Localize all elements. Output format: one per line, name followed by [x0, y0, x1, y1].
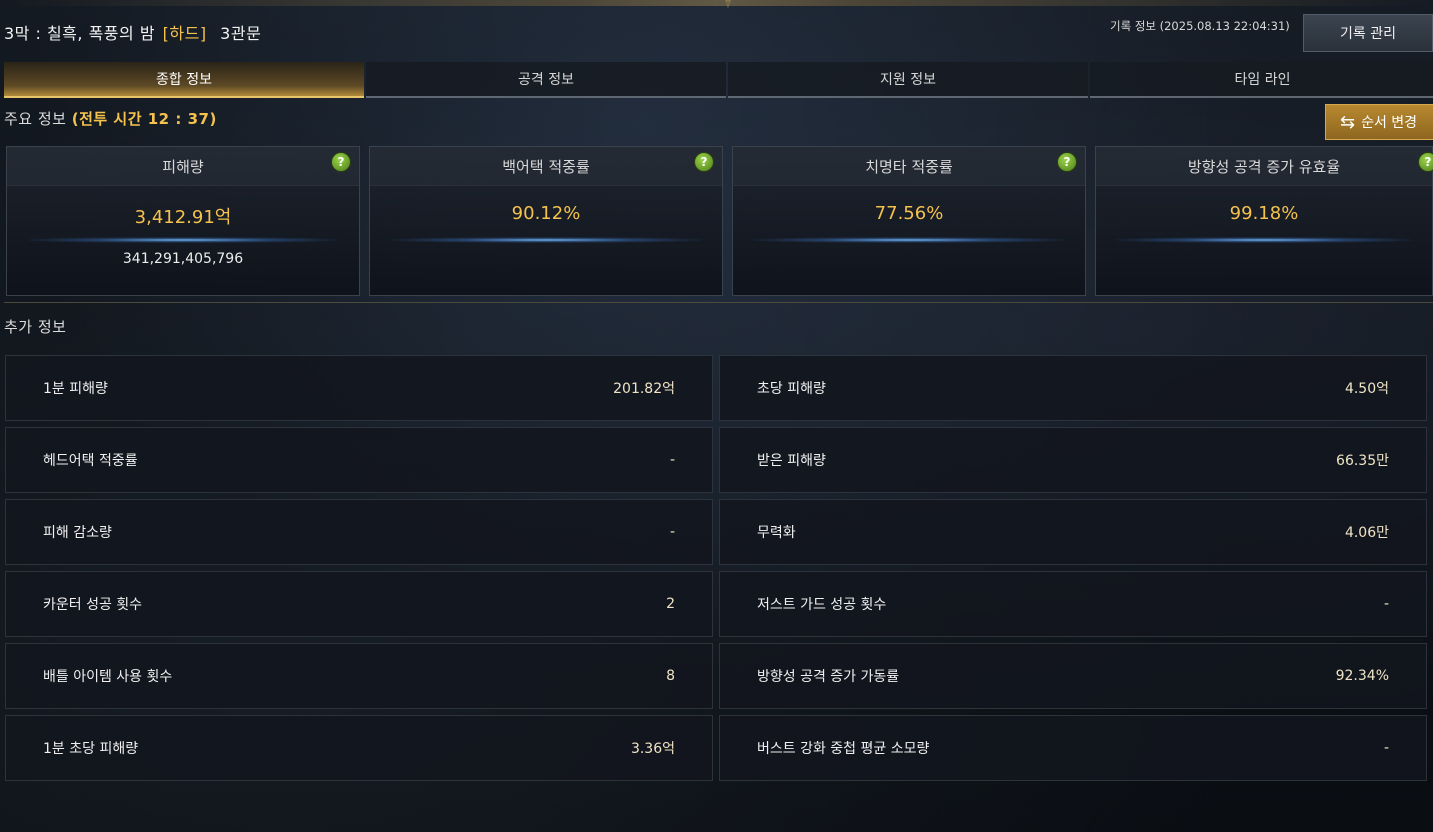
extra-info-row: 1분 초당 피해량 3.36억 — [5, 715, 713, 781]
stat-card-value: 90.12% — [511, 203, 581, 224]
row-value: 3.36억 — [630, 741, 675, 757]
difficulty-label: [하드] — [162, 24, 207, 43]
record-manage-button[interactable]: 기록 관리 — [1303, 14, 1433, 52]
tab-summary[interactable]: 종합 정보 — [4, 62, 364, 98]
row-label: 버스트 강화 중첩 평균 소모량 — [757, 741, 930, 757]
tab-timeline[interactable]: 타임 라인 — [1090, 62, 1433, 98]
page-title: 3막 : 칠흑, 폭풍의 밤 [하드] 3관문 — [4, 20, 261, 44]
row-label: 1분 피해량 — [43, 381, 108, 397]
main-info-label: 주요 정보 — [4, 110, 67, 128]
divider — [4, 302, 1433, 303]
row-value: 8 — [666, 668, 675, 684]
stat-card-title: 치명타 적중률 — [733, 147, 1085, 186]
help-icon[interactable]: ? — [331, 152, 351, 172]
stat-card-value: 3,412.91억 — [134, 207, 232, 228]
tab-attack[interactable]: 공격 정보 — [366, 62, 726, 98]
extra-info-row: 무력화 4.06만 — [719, 499, 1427, 565]
row-label: 헤드어택 적중률 — [43, 453, 138, 469]
row-label: 저스트 가드 성공 횟수 — [757, 597, 887, 613]
help-icon[interactable]: ? — [1057, 152, 1077, 172]
extra-info-row: 배틀 아이템 사용 횟수 8 — [5, 643, 713, 709]
top-ornament — [0, 0, 1433, 8]
row-value: - — [1383, 740, 1389, 756]
gate-label: 3관문 — [220, 24, 262, 43]
stat-card-value: 77.56% — [874, 203, 944, 224]
row-label: 방향성 공격 증가 가동률 — [757, 669, 900, 685]
extra-info-row: 카운터 성공 횟수 2 — [5, 571, 713, 637]
glow-line — [390, 237, 702, 243]
reorder-label: 순서 변경 — [1361, 115, 1418, 131]
extra-info-row: 1분 피해량 201.82억 — [5, 355, 713, 421]
glow-line — [1116, 237, 1412, 243]
battle-time: (전투 시간 12 : 37) — [71, 110, 217, 128]
stat-card-value: 99.18% — [1229, 203, 1299, 224]
extra-info-row: 피해 감소량 - — [5, 499, 713, 565]
stat-card-back-attack: 백어택 적중률 ? 90.12% — [369, 146, 723, 296]
row-label: 받은 피해량 — [757, 453, 826, 469]
stat-card-title: 피해량 — [7, 147, 359, 186]
row-label: 피해 감소량 — [43, 525, 112, 541]
row-label: 1분 초당 피해량 — [43, 741, 139, 757]
extra-info-row: 받은 피해량 66.35만 — [719, 427, 1427, 493]
stat-card-crit: 치명타 적중률 ? 77.56% — [732, 146, 1086, 296]
row-value: 201.82억 — [613, 381, 675, 397]
extra-info-row: 초당 피해량 4.50억 — [719, 355, 1427, 421]
row-value: 66.35만 — [1336, 453, 1389, 469]
row-value: 92.34% — [1335, 668, 1389, 684]
reorder-button[interactable]: ⇆ 순서 변경 — [1325, 104, 1433, 140]
stat-card-title: 백어택 적중률 — [370, 147, 722, 186]
row-value: - — [669, 524, 675, 540]
extra-info-row: 방향성 공격 증가 가동률 92.34% — [719, 643, 1427, 709]
stat-card-directional: 방향성 공격 증가 유효율 ? 99.18% — [1095, 146, 1433, 296]
row-value: 4.50억 — [1344, 381, 1389, 397]
row-value: 2 — [666, 596, 675, 612]
stat-card-damage: 피해량 ? 3,412.91억 341,291,405,796 — [6, 146, 360, 296]
row-value: - — [669, 452, 675, 468]
record-timestamp: 기록 정보 (2025.08.13 22:04:31) — [1110, 19, 1290, 33]
main-info-heading: 주요 정보 (전투 시간 12 : 37) — [4, 108, 217, 129]
extra-info-row: 저스트 가드 성공 횟수 - — [719, 571, 1427, 637]
extra-info-row: 헤드어택 적중률 - — [5, 427, 713, 493]
raid-title: 3막 : 칠흑, 폭풍의 밤 — [4, 24, 156, 43]
extra-info-row: 버스트 강화 중첩 평균 소모량 - — [719, 715, 1427, 781]
help-icon[interactable]: ? — [1418, 152, 1433, 172]
crest-icon — [724, 0, 732, 8]
help-icon[interactable]: ? — [694, 152, 714, 172]
row-value: - — [1383, 596, 1389, 612]
glow-line — [753, 237, 1065, 243]
glow-line — [27, 237, 339, 243]
extra-info-heading: 추가 정보 — [4, 318, 67, 336]
swap-icon: ⇆ — [1340, 111, 1356, 133]
header: 3막 : 칠흑, 폭풍의 밤 [하드] 3관문 기록 정보 (2025.08.1… — [0, 14, 1433, 52]
tab-bar: 종합 정보 공격 정보 지원 정보 타임 라인 — [4, 62, 1433, 98]
row-label: 무력화 — [757, 525, 796, 541]
stat-card-title: 방향성 공격 증가 유효율 — [1096, 147, 1432, 186]
row-label: 카운터 성공 횟수 — [43, 597, 143, 613]
tab-support[interactable]: 지원 정보 — [728, 62, 1088, 98]
stat-card-subvalue: 341,291,405,796 — [122, 251, 244, 267]
row-label: 배틀 아이템 사용 횟수 — [43, 669, 173, 685]
row-label: 초당 피해량 — [757, 381, 826, 397]
row-value: 4.06만 — [1344, 525, 1389, 541]
